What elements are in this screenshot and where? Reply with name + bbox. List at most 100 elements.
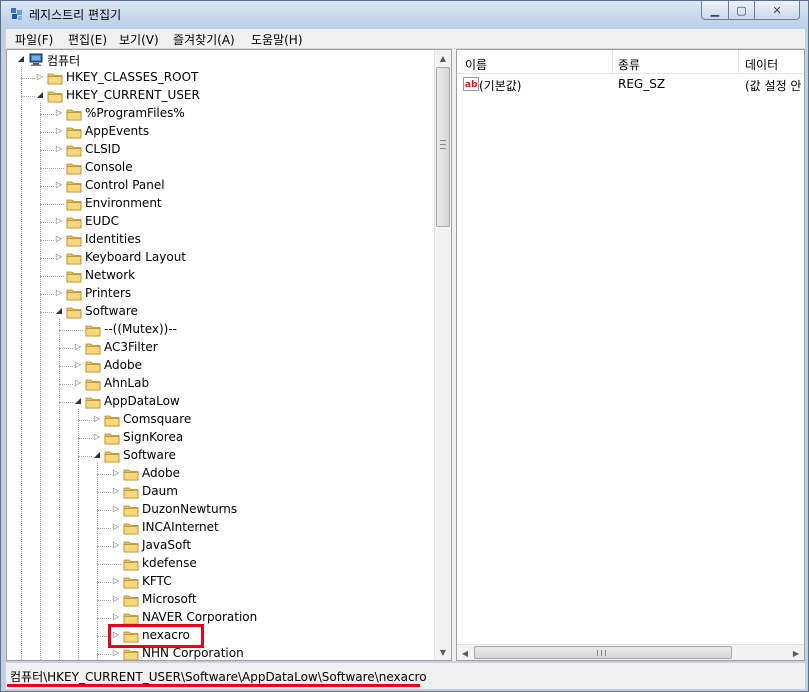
grip-icon [440, 140, 446, 149]
tree-node[interactable]: ▷ CLSID [7, 141, 433, 159]
expand-arrow-icon[interactable]: ▷ [54, 288, 64, 298]
column-divider[interactable] [612, 50, 613, 74]
tree-node[interactable]: ◢ Software [7, 303, 433, 321]
tree-node-label: Comsquare [123, 412, 192, 426]
collapse-arrow-icon[interactable]: ◢ [73, 396, 83, 406]
title-bar[interactable]: 레지스트리 편집기 ▁ ▢ ✕ [1, 1, 808, 28]
expand-arrow-icon[interactable]: ▷ [111, 576, 121, 586]
scroll-left-icon[interactable]: ◀ [457, 645, 473, 660]
column-name[interactable]: 이름 [465, 56, 487, 73]
tree-node[interactable]: ▷ AhnLab [7, 375, 433, 393]
minimize-button[interactable]: ▁ [701, 1, 729, 20]
expand-arrow-icon[interactable]: ▷ [111, 612, 121, 622]
tree-node[interactable]: ▷ NHN Corporation [7, 645, 433, 660]
tree-node[interactable]: ▷ NAVER Corporation [7, 609, 433, 627]
tree-node[interactable]: ▷ Microsoft [7, 591, 433, 609]
folder-icon [123, 559, 139, 571]
column-data[interactable]: 데이터 [745, 56, 778, 73]
expand-arrow-icon[interactable]: ▷ [111, 594, 121, 604]
list-scroll-thumb[interactable] [474, 646, 732, 659]
folder-icon [85, 379, 101, 391]
tree-node[interactable]: ▷ Adobe [7, 465, 433, 483]
expand-arrow-icon[interactable]: ▷ [54, 216, 64, 226]
expand-arrow-icon[interactable]: ▷ [35, 72, 45, 82]
tree-node[interactable]: ▷ AC3Filter [7, 339, 433, 357]
expand-arrow-icon[interactable]: ▷ [111, 468, 121, 478]
expand-arrow-icon[interactable]: ▷ [111, 540, 121, 550]
scroll-right-icon[interactable]: ▶ [788, 645, 804, 660]
expand-arrow-icon[interactable]: ▷ [54, 144, 64, 154]
key-tree-pane[interactable]: ◢ 컴퓨터 ▷ HKEY_CLASSES_ROOT ◢ HKEY_CURRENT_USER… [6, 49, 452, 661]
tree-node[interactable]: ▷ DuzonNewturns [7, 501, 433, 519]
tree-node[interactable]: ▷ HKEY_CLASSES_ROOT [7, 69, 433, 87]
tree-node[interactable]: ◢ AppDataLow [7, 393, 433, 411]
tree-scroll-thumb[interactable] [436, 67, 450, 227]
expand-arrow-icon[interactable]: ▷ [73, 342, 83, 352]
tree-node[interactable]: --((Mutex))-- [7, 321, 433, 339]
tree-node-label: CLSID [85, 142, 121, 156]
expand-arrow-icon[interactable]: ▷ [54, 108, 64, 118]
scroll-down-icon[interactable]: ▼ [435, 644, 451, 660]
tree-node[interactable]: ▷ EUDC [7, 213, 433, 231]
folder-icon [66, 181, 82, 193]
list-horizontal-scrollbar[interactable]: ◀ ▶ [457, 644, 804, 660]
tree-node[interactable]: ▷ AppEvents [7, 123, 433, 141]
scroll-up-icon[interactable]: ▲ [435, 50, 451, 66]
expand-arrow-icon[interactable]: ▷ [111, 486, 121, 496]
tree-node[interactable]: ▷ INCAInternet [7, 519, 433, 537]
tree-node[interactable]: ▷ SignKorea [7, 429, 433, 447]
menu-edit[interactable]: 편집(E) [68, 31, 107, 48]
expand-arrow-icon[interactable]: ▷ [92, 432, 102, 442]
tree-node[interactable]: ◢ HKEY_CURRENT_USER [7, 87, 433, 105]
menu-view[interactable]: 보기(V) [119, 31, 159, 48]
tree-vertical-scrollbar[interactable]: ▲ ▼ [434, 50, 451, 660]
column-divider[interactable] [738, 50, 739, 74]
tree-node[interactable]: ▷ nexacro [7, 627, 433, 645]
menu-favorites[interactable]: 즐겨찾기(A) [173, 31, 235, 48]
tree-node[interactable]: ▷ Identities [7, 231, 433, 249]
tree-node[interactable]: ▷ Comsquare [7, 411, 433, 429]
menu-file[interactable]: 파일(F) [15, 31, 53, 48]
expand-arrow-icon[interactable]: ▷ [111, 648, 121, 658]
tree-node[interactable]: kdefense [7, 555, 433, 573]
collapse-arrow-icon[interactable]: ◢ [16, 54, 26, 64]
tree-node-label: Console [85, 160, 133, 174]
tree-node[interactable]: ▷ JavaSoft [7, 537, 433, 555]
minimize-icon: ▁ [710, 3, 720, 17]
close-button[interactable]: ✕ [754, 1, 800, 20]
expand-arrow-icon[interactable]: ▷ [73, 360, 83, 370]
column-type[interactable]: 종류 [618, 56, 640, 73]
expand-arrow-icon[interactable]: ▷ [54, 126, 64, 136]
expand-arrow-icon[interactable]: ▷ [92, 414, 102, 424]
tree-node-label: Daum [142, 484, 178, 498]
collapse-arrow-icon[interactable]: ◢ [92, 450, 102, 460]
expand-arrow-icon[interactable]: ▷ [54, 252, 64, 262]
expand-arrow-icon[interactable]: ▷ [111, 522, 121, 532]
folder-icon [123, 649, 139, 660]
expand-arrow-icon[interactable]: ▷ [111, 504, 121, 514]
registry-editor-window: 레지스트리 편집기 ▁ ▢ ✕ 파일(F) 편집(E) 보기(V) 즐겨찾기(A… [0, 0, 809, 692]
collapse-arrow-icon[interactable]: ◢ [35, 90, 45, 100]
tree-node[interactable]: ▷ Adobe [7, 357, 433, 375]
tree-node[interactable]: ▷ Keyboard Layout [7, 249, 433, 267]
maximize-button[interactable]: ▢ [728, 1, 755, 20]
tree-node[interactable]: ◢ Software [7, 447, 433, 465]
value-row[interactable]: ab (기본값) REG_SZ (값 설정 안 [457, 75, 804, 95]
expand-arrow-icon[interactable]: ▷ [54, 234, 64, 244]
tree-node[interactable]: ▷ %ProgramFiles% [7, 105, 433, 123]
value-list-pane[interactable]: 이름 종류 데이터 ab (기본값) REG_SZ (값 설정 안 ◀ ▶ [456, 49, 805, 661]
tree-node[interactable]: Network [7, 267, 433, 285]
tree-node[interactable]: ▷ KFTC [7, 573, 433, 591]
tree-node[interactable]: Console [7, 159, 433, 177]
tree-node[interactable]: ▷ Daum [7, 483, 433, 501]
expand-arrow-icon[interactable]: ▷ [54, 180, 64, 190]
tree-node[interactable]: Environment [7, 195, 433, 213]
collapse-arrow-icon[interactable]: ◢ [54, 306, 64, 316]
tree-node[interactable]: ▷ Printers [7, 285, 433, 303]
menu-help[interactable]: 도움말(H) [251, 31, 303, 48]
tree-node-label: DuzonNewturns [142, 502, 238, 516]
tree-node[interactable]: ◢ 컴퓨터 [7, 51, 433, 69]
tree-node-label: Network [85, 268, 136, 282]
expand-arrow-icon[interactable]: ▷ [73, 378, 83, 388]
tree-node[interactable]: ▷ Control Panel [7, 177, 433, 195]
